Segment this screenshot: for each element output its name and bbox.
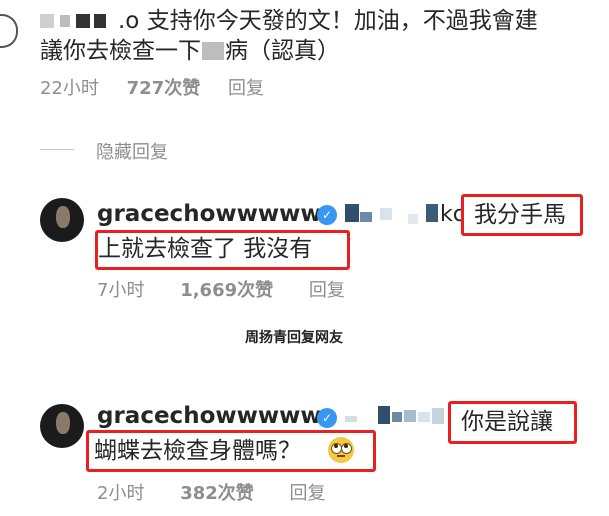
reply2-text-boxed: 你是說讓 [461, 409, 553, 435]
comment-top-text-2a: 議你去檢查一下 [40, 38, 201, 64]
pixelated-mention [404, 410, 416, 422]
comment-top-line1: .o 支持你今天發的文！加油，不過我會建 [40, 6, 538, 36]
reply-button[interactable]: 回复 [290, 483, 326, 504]
reply2-text-line2: 蝴蝶去檢查身體嗎？ [94, 438, 301, 464]
hide-replies-line [40, 149, 74, 150]
comment-top-text-1: .o 支持你今天發的文！加油，不過我會建 [118, 8, 538, 34]
pixelated-mention [432, 408, 444, 424]
pixelated-username [94, 14, 106, 28]
reply-time: 2小时 [97, 483, 145, 504]
reply-button[interactable]: 回复 [309, 280, 345, 301]
pixelated-mention [426, 204, 438, 222]
caption: 周扬青回复网友 [245, 330, 343, 346]
pixelated-mention [378, 406, 390, 424]
pixelated-mention [380, 208, 392, 220]
pixelated-mention [408, 214, 418, 224]
comment-top-text-2b: 病（認真） [225, 38, 340, 64]
reply1-text-line2: 上就去檢查了 我沒有 [98, 236, 313, 262]
comment-top-meta: 22小时 727次赞 回复 [40, 74, 264, 100]
pixelated-mention [392, 412, 402, 422]
reply1-meta: 7小时 1,669次赞 回复 [97, 276, 345, 302]
pixelated-username [60, 15, 70, 27]
reply1-text-boxed: 我分手馬 [474, 202, 566, 228]
reply-time: 7小时 [97, 280, 145, 301]
top-avatar-fragment[interactable] [0, 14, 18, 48]
comment-top-line2: 議你去檢查一下 病（認真） [40, 36, 340, 66]
hide-replies-label[interactable]: 隐藏回复 [96, 138, 168, 164]
comment-time: 22小时 [40, 78, 99, 99]
pixelated-mention [360, 212, 372, 222]
verified-badge-icon: ✓ [317, 205, 337, 225]
avatar[interactable] [40, 198, 84, 242]
verified-badge-icon: ✓ [317, 408, 337, 428]
reply2-meta: 2小时 382次赞 回复 [97, 479, 326, 505]
reply-likes[interactable]: 1,669次赞 [180, 280, 273, 301]
comment-likes[interactable]: 727次赞 [127, 78, 201, 99]
username[interactable]: gracechowwwww [97, 201, 322, 227]
pixelated-word [202, 42, 224, 60]
reply-likes[interactable]: 382次赞 [180, 483, 254, 504]
face-with-rolling-eyes-icon [328, 437, 354, 463]
pixelated-username [40, 14, 54, 28]
pixelated-username [76, 14, 90, 28]
pixelated-mention [345, 416, 357, 422]
pixelated-mention [345, 204, 359, 222]
reply-button[interactable]: 回复 [228, 78, 264, 99]
comment-top: .o 支持你今天發的文！加油，不過我會建 議你去檢查一下 病（認真） 22小时 7… [0, 0, 609, 110]
avatar[interactable] [40, 404, 84, 448]
pixelated-mention [418, 412, 430, 422]
username[interactable]: gracechowwwww [97, 403, 322, 429]
